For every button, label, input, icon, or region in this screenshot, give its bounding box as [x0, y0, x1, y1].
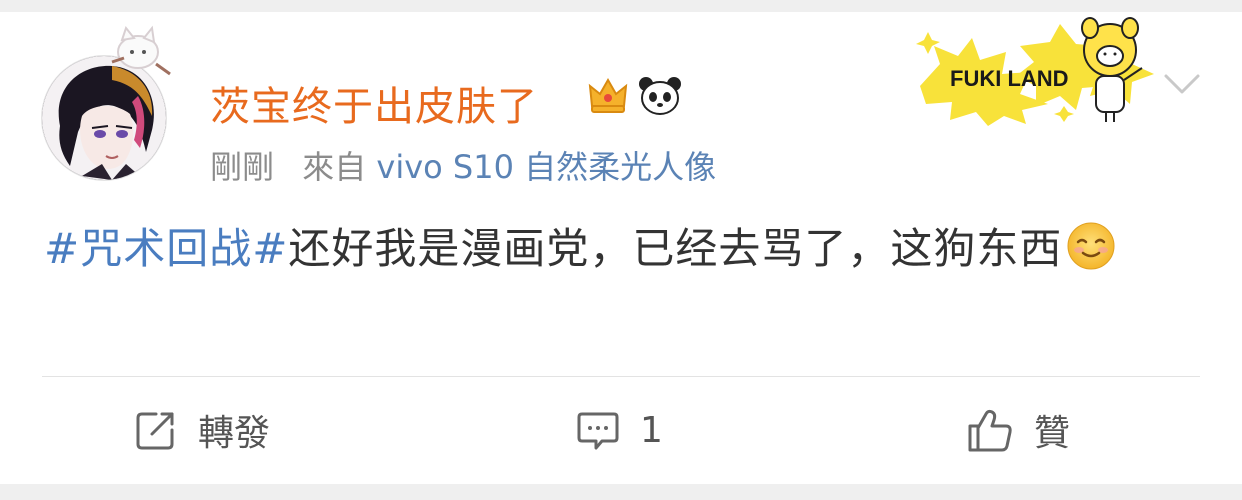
thumbs-up-icon — [968, 409, 1012, 452]
repost-icon — [136, 412, 174, 450]
post-text: #咒术回战#还好我是漫画党，已经去骂了，这狗东西 — [44, 212, 1204, 286]
username[interactable]: 茨宝终于出皮肤了 — [210, 74, 538, 132]
like-button[interactable]: 贊 — [966, 402, 1070, 458]
source-device[interactable]: vivo S10 自然柔光人像 — [376, 148, 716, 186]
comment-count: 1 — [640, 409, 663, 451]
fuki-land-badge[interactable]: FUKI LAND — [910, 16, 1160, 126]
crown-icon — [588, 77, 628, 113]
like-label: 贊 — [1034, 413, 1071, 454]
post-time: 剛剛 — [210, 148, 275, 186]
source-prefix: 來自 — [302, 148, 367, 186]
post-meta: 剛剛 來自 vivo S10 自然柔光人像 — [210, 142, 716, 188]
repost-label: 轉發 — [198, 413, 271, 454]
divider — [42, 376, 1200, 377]
comment-button[interactable]: 1 — [576, 402, 663, 458]
repost-button[interactable]: 轉發 — [134, 402, 270, 458]
avatar-pendant-icon — [111, 25, 171, 76]
smile-icon — [1067, 222, 1115, 270]
hashtag-link[interactable]: #咒术回战# — [44, 224, 288, 273]
badge-text: FUKI LAND — [950, 66, 1069, 91]
chevron-down-icon[interactable] — [1162, 70, 1202, 98]
post-body: 还好我是漫画党，已经去骂了，这狗东西 — [288, 224, 1063, 273]
panda-icon — [639, 77, 681, 115]
comment-icon — [577, 412, 619, 450]
